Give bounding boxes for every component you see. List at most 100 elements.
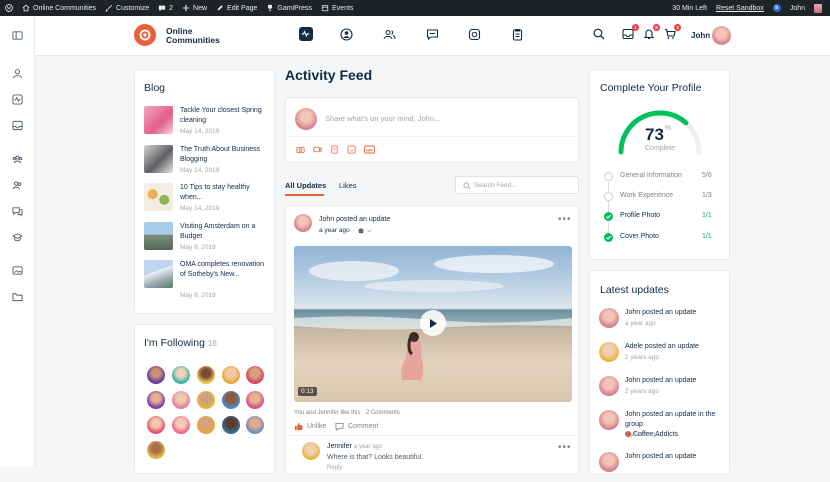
blog-item[interactable]: Visiting Amsterdam on a Budget May 8, 20… xyxy=(144,222,269,254)
following-avatar[interactable] xyxy=(171,415,191,435)
update-avatar[interactable] xyxy=(599,342,619,362)
blog-item-title[interactable]: OMA completes renovation of Sotheby's Ne… xyxy=(180,260,268,280)
comment-reply-link[interactable]: Reply xyxy=(327,465,342,471)
nav-activity[interactable] xyxy=(299,27,313,41)
admin-user-name[interactable]: John xyxy=(790,5,805,12)
admin-customize-link[interactable]: Customize xyxy=(105,4,149,12)
composer-input[interactable]: Share what's on your mind, John... xyxy=(325,114,440,123)
following-avatar[interactable] xyxy=(196,390,216,410)
site-logo-text[interactable]: Online Communities xyxy=(166,27,236,45)
update-text[interactable]: John posted an update xyxy=(625,308,723,318)
following-avatar[interactable] xyxy=(221,365,241,385)
blog-item[interactable]: Tackle Your closest Spring cleaning May … xyxy=(144,106,269,138)
blog-item-title[interactable]: Visiting Amsterdam on a Budget xyxy=(180,222,268,242)
blog-item[interactable]: 10 Tips to stay healthy when... May 14, … xyxy=(144,183,269,215)
add-document-button[interactable] xyxy=(330,145,339,154)
profile-step[interactable]: General Information 5/6 xyxy=(604,171,724,183)
chevron-down-icon[interactable] xyxy=(367,228,372,233)
following-avatar[interactable] xyxy=(221,415,241,435)
admin-events-link[interactable]: Events xyxy=(321,4,353,12)
following-avatar[interactable] xyxy=(146,390,166,410)
panel-toggle-icon[interactable] xyxy=(12,30,23,41)
update-text-main[interactable]: John posted an update in the group xyxy=(625,411,715,428)
latest-update-item[interactable]: John posted an update 2 years ago xyxy=(599,376,724,406)
post-video[interactable]: 0:13 xyxy=(294,246,572,402)
profile-step[interactable]: Cover Photo 1/1 xyxy=(604,232,724,244)
profile-step[interactable]: Profile Photo 1/1 xyxy=(604,211,724,223)
blog-item-title[interactable]: 10 Tips to stay healthy when... xyxy=(180,183,268,203)
admin-new-link[interactable]: New xyxy=(182,4,207,12)
following-avatar[interactable] xyxy=(245,415,265,435)
cart-button[interactable]: 3 xyxy=(664,24,681,40)
play-button[interactable] xyxy=(420,310,446,336)
latest-update-item[interactable]: John posted an update xyxy=(599,452,724,482)
following-avatar[interactable] xyxy=(245,390,265,410)
blog-thumbnail[interactable] xyxy=(144,183,173,211)
header-user-name[interactable]: John xyxy=(691,31,710,40)
notifications-button[interactable]: 8 xyxy=(643,24,660,40)
admin-gamipress-link[interactable]: GamiPress xyxy=(266,4,312,12)
nav-photos[interactable] xyxy=(468,28,481,41)
update-text[interactable]: John posted an update xyxy=(625,452,723,462)
latest-update-item[interactable]: John posted an update in the group Coffe… xyxy=(599,410,724,440)
profile-icon[interactable] xyxy=(12,68,23,79)
following-avatar[interactable] xyxy=(146,415,166,435)
following-avatar[interactable] xyxy=(196,365,216,385)
add-emoji-button[interactable] xyxy=(347,145,356,154)
update-avatar[interactable] xyxy=(599,410,619,430)
feed-search-input[interactable]: Search Feed... xyxy=(474,182,517,189)
comment-button[interactable]: Comment xyxy=(335,422,378,431)
nav-documents[interactable] xyxy=(511,28,524,41)
courses-icon[interactable] xyxy=(12,232,23,243)
photos-icon[interactable] xyxy=(12,265,23,276)
following-avatar[interactable] xyxy=(221,390,241,410)
blog-thumbnail[interactable] xyxy=(144,106,173,134)
latest-update-item[interactable]: John posted an update a year ago xyxy=(599,308,724,338)
blog-item[interactable]: OMA completes renovation of Sotheby's Ne… xyxy=(144,260,269,299)
nav-forums[interactable] xyxy=(426,28,439,41)
update-text[interactable]: John posted an update xyxy=(625,376,723,386)
update-text[interactable]: Adele posted an update xyxy=(625,342,723,352)
likes-text[interactable]: You and Jennifer like this xyxy=(294,410,361,416)
post-author[interactable]: John xyxy=(319,216,334,223)
following-avatar[interactable] xyxy=(245,365,265,385)
feed-search[interactable]: Search Feed... xyxy=(455,176,579,194)
blog-thumbnail[interactable] xyxy=(144,222,173,250)
add-gif-button[interactable]: GIF xyxy=(364,145,375,154)
profile-step[interactable]: Work Experience 1/3 xyxy=(604,191,724,203)
tab-likes[interactable]: Likes xyxy=(339,181,357,190)
globe-icon[interactable] xyxy=(358,227,364,234)
update-avatar[interactable] xyxy=(599,376,619,396)
add-video-button[interactable] xyxy=(313,145,322,154)
forums-icon[interactable] xyxy=(12,206,23,217)
site-logo[interactable] xyxy=(134,24,156,46)
search-button[interactable] xyxy=(593,28,605,40)
comment-author-avatar[interactable] xyxy=(302,442,320,460)
header-user-avatar[interactable] xyxy=(712,26,731,45)
post-time[interactable]: a year ago xyxy=(319,227,350,234)
members-icon[interactable] xyxy=(12,180,23,191)
comments-count[interactable]: 2 Comments xyxy=(366,410,400,416)
following-avatar[interactable] xyxy=(196,415,216,435)
comment-options-icon[interactable]: ••• xyxy=(558,442,572,453)
admin-reset-sandbox-link[interactable]: Reset Sandbox xyxy=(716,5,764,12)
comment-author[interactable]: Jennifer xyxy=(327,443,352,450)
following-avatar[interactable] xyxy=(171,365,191,385)
admin-edit-link[interactable]: Edit Page xyxy=(216,4,257,12)
blog-item-title[interactable]: The Truth About Business Blogging xyxy=(180,145,268,165)
admin-user-avatar[interactable] xyxy=(814,3,822,13)
messages-button[interactable]: 1 xyxy=(622,24,639,40)
groups-icon[interactable] xyxy=(12,154,23,165)
post-likes-summary[interactable]: You and Jennifer like this · 2 Comments xyxy=(294,410,400,416)
add-photo-button[interactable] xyxy=(296,145,305,154)
activity-icon[interactable] xyxy=(12,94,23,105)
wordpress-logo-icon[interactable]: W xyxy=(5,4,13,12)
post-author-avatar[interactable] xyxy=(294,214,312,232)
blog-thumbnail[interactable] xyxy=(144,260,173,288)
tab-all-updates[interactable]: All Updates xyxy=(285,181,326,190)
following-avatar[interactable] xyxy=(171,390,191,410)
admin-site-link[interactable]: Online Communities xyxy=(22,4,96,12)
inbox-icon[interactable] xyxy=(12,120,23,131)
update-avatar[interactable] xyxy=(599,308,619,328)
nav-profile[interactable] xyxy=(340,28,353,41)
